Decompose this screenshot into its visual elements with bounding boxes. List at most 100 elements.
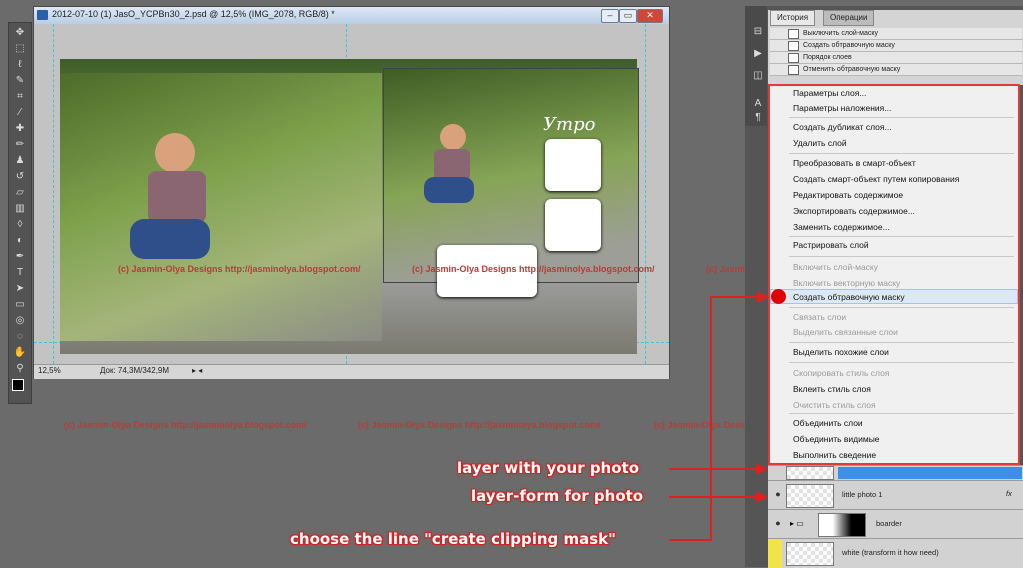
history-state-icon bbox=[788, 53, 799, 63]
context-menu-item[interactable]: Экспортировать содержимое... bbox=[793, 206, 915, 216]
context-menu-item[interactable]: Выделить связанные слои bbox=[793, 327, 898, 337]
actions-panel-icon[interactable]: ▶ bbox=[750, 48, 766, 60]
history-panel: История Операции Выключить слой-маску Со… bbox=[768, 10, 1023, 85]
history-item[interactable]: Создать обтравочную маску bbox=[770, 40, 1022, 52]
context-menu-item[interactable]: Параметры слоя... bbox=[793, 88, 866, 98]
layer-name: boarder bbox=[876, 519, 902, 528]
menu-separator bbox=[789, 236, 1014, 237]
layer-name: little photo 1 bbox=[842, 490, 883, 499]
dodge-tool-icon[interactable]: ◐ bbox=[12, 235, 28, 247]
context-menu-item[interactable]: Заменить содержимое... bbox=[793, 222, 890, 232]
context-menu-item[interactable]: Очистить стиль слоя bbox=[793, 400, 876, 410]
visibility-eye-icon[interactable]: ● bbox=[771, 518, 785, 528]
layer-thumbnail bbox=[786, 484, 834, 508]
menu-separator bbox=[789, 117, 1014, 118]
paragraph-panel-icon[interactable]: ¶ bbox=[750, 112, 766, 124]
foreground-color-swatch[interactable] bbox=[12, 379, 24, 391]
watermark: (c) Jasmin-Olya Designs http://jasminoly… bbox=[64, 420, 307, 430]
history-item[interactable]: Отменить обтравочную маску bbox=[770, 64, 1022, 76]
context-menu-item[interactable]: Включить векторную маску bbox=[793, 278, 900, 288]
eraser-tool-icon[interactable]: ▱ bbox=[12, 187, 28, 199]
healing-brush-icon[interactable]: ✚ bbox=[12, 123, 28, 135]
blur-tool-icon[interactable]: ◊ bbox=[12, 219, 28, 231]
context-menu-item[interactable]: Создать смарт-объект путем копирования bbox=[793, 174, 959, 184]
context-menu-item[interactable]: Объединить слои bbox=[793, 418, 863, 428]
character-panel-icon[interactable]: A bbox=[750, 98, 766, 110]
context-menu-item[interactable]: Преобразовать в смарт-объект bbox=[793, 158, 916, 168]
minimize-button[interactable]: – bbox=[601, 9, 619, 23]
doc-size-info[interactable]: Док: 74,3М/342,9М bbox=[100, 366, 169, 375]
gradient-tool-icon[interactable]: ▥ bbox=[12, 203, 28, 215]
layer-row-photo[interactable] bbox=[768, 465, 1023, 480]
layer-thumbnail bbox=[786, 542, 834, 566]
context-menu-item[interactable]: Выполнить сведение bbox=[793, 450, 876, 460]
layer-thumbnail bbox=[786, 466, 834, 480]
watermark: (c) Jasmin-Olya Designs http://jasminoly… bbox=[358, 420, 601, 430]
layer-row-white[interactable]: white (transform it how need) bbox=[768, 538, 1023, 568]
context-menu-item[interactable]: Вклеить стиль слоя bbox=[793, 384, 871, 394]
context-menu-item[interactable]: Создать обтравочную маску bbox=[793, 292, 905, 302]
zoom-level[interactable]: 12,5% bbox=[38, 366, 61, 375]
close-button[interactable]: ✕ bbox=[637, 9, 663, 23]
menu-separator bbox=[789, 256, 1014, 257]
document-status-bar: 12,5% Док: 74,3М/342,9М ▸ ◂ bbox=[34, 364, 669, 379]
status-arrow-icon[interactable]: ▸ ◂ bbox=[192, 366, 202, 375]
history-item[interactable]: Выключить слой-маску bbox=[770, 28, 1022, 40]
context-menu-item[interactable]: Редактировать содержимое bbox=[793, 190, 903, 200]
annotation-arrow-line bbox=[669, 496, 759, 498]
watermark: (c) Jasmin-Olya Designs http://jasminoly… bbox=[118, 264, 361, 274]
maximize-button[interactable]: ▭ bbox=[619, 9, 637, 23]
move-tool-icon[interactable]: ✥ bbox=[12, 27, 28, 39]
type-tool-icon[interactable]: T bbox=[12, 267, 28, 279]
brush-tool-icon[interactable]: ✏ bbox=[12, 139, 28, 151]
document-title: 2012-07-10 (1) JasO_YCPBn30_2.psd @ 12,5… bbox=[52, 9, 335, 19]
arrowhead-icon bbox=[756, 491, 768, 503]
marquee-tool-icon[interactable]: ⬚ bbox=[12, 43, 28, 55]
document-titlebar[interactable]: 2012-07-10 (1) JasO_YCPBn30_2.psd @ 12,5… bbox=[34, 7, 669, 24]
layer-row-boarder[interactable]: ● ▸ ▭ boarder bbox=[768, 509, 1023, 538]
3d-orbit-icon[interactable]: ◌ bbox=[12, 331, 28, 343]
context-menu-item[interactable]: Создать дубликат слоя... bbox=[793, 122, 892, 132]
layer-name: white (transform it how need) bbox=[842, 548, 939, 557]
adjustments-panel-icon[interactable]: ◫ bbox=[750, 70, 766, 82]
history-panel-icon[interactable]: ⊟ bbox=[750, 26, 766, 38]
layer-selection-highlight bbox=[838, 467, 1022, 479]
context-menu-item[interactable]: Выделить похожие слои bbox=[793, 347, 889, 357]
path-select-icon[interactable]: ➤ bbox=[12, 283, 28, 295]
arrowhead-icon bbox=[757, 291, 769, 303]
shape-tool-icon[interactable]: ▭ bbox=[12, 299, 28, 311]
hand-tool-icon[interactable]: ✋ bbox=[12, 347, 28, 359]
tab-history[interactable]: История bbox=[770, 10, 816, 26]
context-menu-item[interactable]: Параметры наложения... bbox=[793, 103, 891, 113]
pen-tool-icon[interactable]: ✒ bbox=[12, 251, 28, 263]
photo-frame-1 bbox=[545, 139, 601, 191]
history-item[interactable]: Порядок слоев bbox=[770, 52, 1022, 64]
lasso-tool-icon[interactable]: ℓ bbox=[12, 59, 28, 71]
tab-actions[interactable]: Операции bbox=[823, 10, 875, 26]
context-menu-item[interactable]: Включить слой-маску bbox=[793, 262, 878, 272]
page-script-title: Утро bbox=[543, 114, 596, 135]
context-menu-item[interactable]: Связать слои bbox=[793, 312, 846, 322]
history-brush-icon[interactable]: ↺ bbox=[12, 171, 28, 183]
callout-photo-layer: layer with your photo bbox=[457, 459, 640, 477]
layer-row-little-photo[interactable]: ● little photo 1 fx bbox=[768, 480, 1023, 509]
context-menu-item[interactable]: Объединить видимые bbox=[793, 434, 880, 444]
eyedropper-tool-icon[interactable]: ⁄ bbox=[12, 107, 28, 119]
child-head-small bbox=[440, 124, 466, 150]
context-menu-item[interactable]: Скопировать стиль слоя bbox=[793, 368, 889, 378]
panel-icon-strip: ⊟ ▶ ◫ A ¶ bbox=[745, 6, 767, 126]
callout-form-layer: layer-form for photo bbox=[471, 487, 644, 505]
stamp-tool-icon[interactable]: ♟ bbox=[12, 155, 28, 167]
quick-select-tool-icon[interactable]: ✎ bbox=[12, 75, 28, 87]
menu-separator bbox=[789, 342, 1014, 343]
layer-color-tag bbox=[768, 539, 782, 568]
canvas-area[interactable]: Утро bbox=[34, 24, 669, 364]
photobook-spread: Утро bbox=[60, 59, 639, 354]
visibility-eye-icon[interactable]: ● bbox=[771, 489, 785, 499]
zoom-tool-icon[interactable]: ⚲ bbox=[12, 363, 28, 375]
crop-tool-icon[interactable]: ⌗ bbox=[12, 91, 28, 103]
context-menu-item[interactable]: Растрировать слой bbox=[793, 240, 869, 250]
3d-rotate-icon[interactable]: ◎ bbox=[12, 315, 28, 327]
context-menu-item[interactable]: Удалить слой bbox=[793, 138, 847, 148]
layer-fx-icon[interactable]: fx bbox=[1006, 489, 1012, 498]
